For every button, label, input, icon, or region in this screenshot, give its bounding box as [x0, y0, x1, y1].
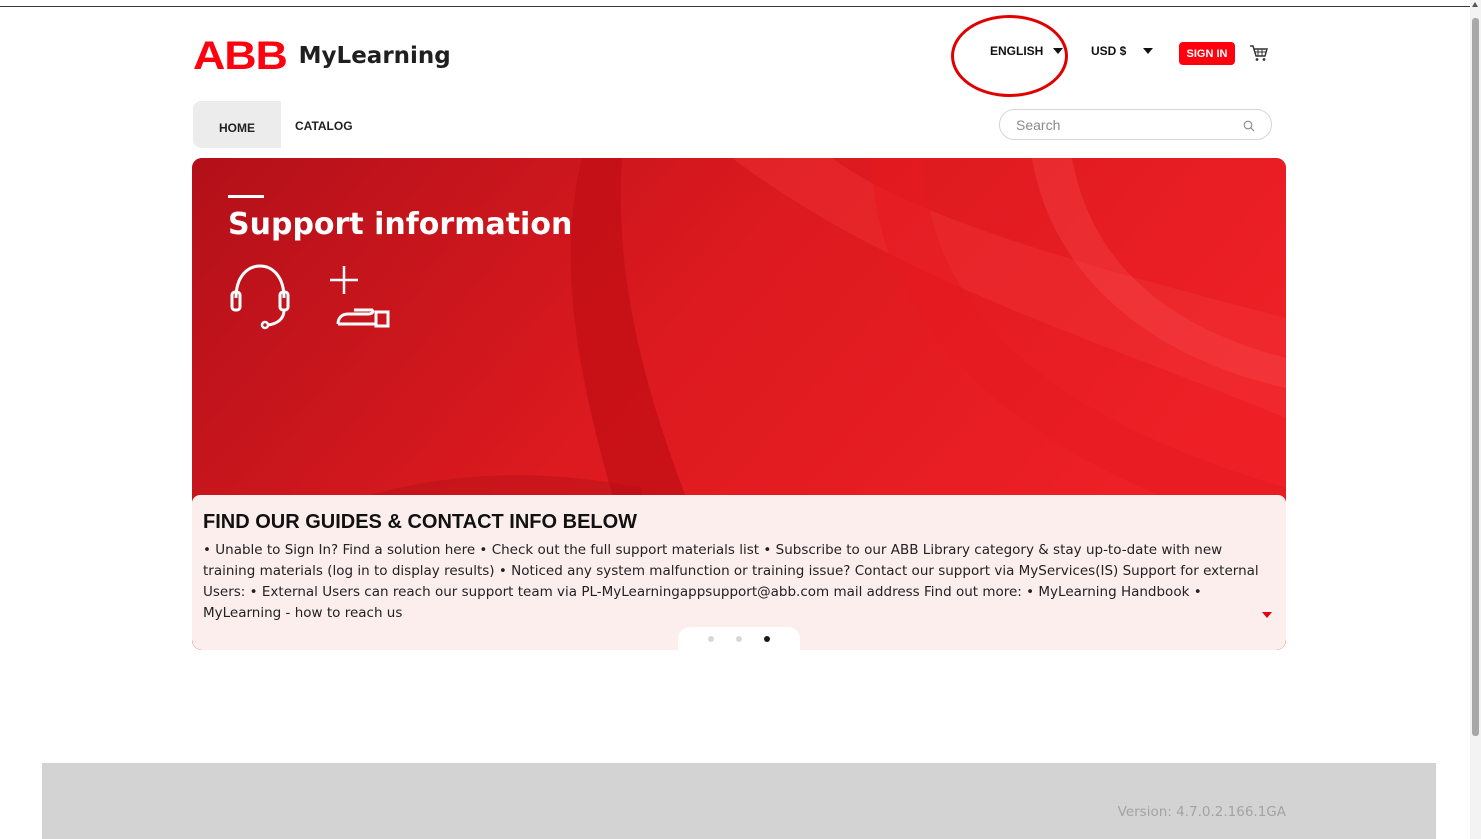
product-name: MyLearning	[298, 43, 451, 69]
vertical-scrollbar[interactable]	[1470, 0, 1481, 839]
expand-caret-icon[interactable]	[1262, 612, 1272, 618]
carousel-pager	[678, 627, 800, 650]
scrollbar-thumb[interactable]	[1472, 18, 1479, 736]
page-footer: Version: 4.7.0.2.166.1GA	[42, 763, 1436, 839]
search-box[interactable]	[999, 109, 1272, 140]
search-icon[interactable]	[1243, 120, 1255, 132]
support-info-panel: FIND OUR GUIDES & CONTACT INFO BELOW • U…	[192, 495, 1286, 650]
language-label: ENGLISH	[990, 44, 1044, 58]
nav-tab-home[interactable]: HOME	[193, 101, 281, 148]
search-input[interactable]	[1016, 116, 1236, 134]
nav-tab-catalog[interactable]: CATALOG	[295, 119, 353, 133]
info-text[interactable]: • Unable to Sign In? Find a solution her…	[203, 540, 1265, 624]
headline-accent-bar	[228, 195, 264, 198]
carousel-dot[interactable]	[708, 635, 714, 642]
carousel-dot-active[interactable]	[764, 635, 770, 642]
currency-label: USD $	[1091, 44, 1127, 58]
info-title: FIND OUR GUIDES & CONTACT INFO BELOW	[203, 511, 638, 533]
chevron-down-icon	[1053, 48, 1064, 54]
version-label: Version: 4.7.0.2.166.1GA	[1117, 804, 1286, 820]
language-selector[interactable]: ENGLISH	[990, 44, 1064, 58]
hand-plus-icon	[330, 266, 390, 328]
main-nav: HOME CATALOG	[193, 101, 473, 148]
hero-carousel[interactable]: Support information FIND OUR GUIDES & CO…	[192, 158, 1286, 650]
chevron-down-icon	[1143, 48, 1154, 54]
abb-logo: ABB	[193, 34, 288, 78]
sign-in-button[interactable]: SIGN IN	[1179, 42, 1235, 65]
scroll-up-arrow-icon[interactable]	[1472, 2, 1478, 7]
headset-icon	[230, 264, 290, 330]
carousel-dot[interactable]	[736, 635, 742, 642]
currency-selector[interactable]: USD $	[1091, 44, 1154, 58]
shopping-cart-icon[interactable]	[1249, 44, 1269, 62]
window-top-border	[0, 6, 1470, 7]
abb-mylearning-logo[interactable]: ABB MyLearning	[193, 34, 451, 78]
banner-headline: Support information	[228, 207, 573, 242]
